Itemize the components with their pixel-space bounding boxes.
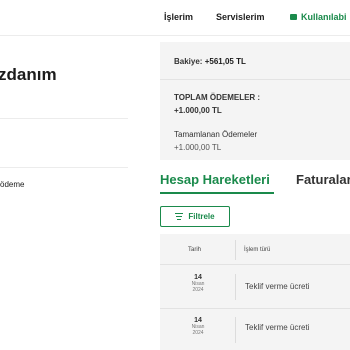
tab-faturalar[interactable]: Faturalar	[296, 172, 350, 187]
column-separator	[235, 240, 236, 260]
column-header-date: Tarih	[188, 247, 202, 253]
balance-value: +561,05 TL	[204, 57, 246, 66]
page-title: zdanım	[0, 65, 57, 84]
divider	[160, 79, 350, 80]
account-sidebar: zdanım ödeme	[0, 37, 155, 350]
completed-payments-value: +1.000,00 TL	[174, 143, 222, 152]
nav-servislerim[interactable]: Servislerim	[216, 12, 265, 22]
row-transaction-type: Teklif verme ücreti	[245, 323, 310, 332]
divider	[0, 118, 128, 119]
credit-card-icon	[290, 14, 297, 20]
balance-summary: Bakiye: +561,05 TL TOPLAM ÖDEMELER : +1.…	[160, 42, 350, 160]
nav-kullanilabilir[interactable]: Kullanılabi	[290, 12, 347, 22]
row-divider	[160, 264, 350, 265]
column-header-type: İşlem türü	[244, 247, 271, 253]
active-tab-indicator	[160, 192, 274, 194]
filter-icon	[175, 213, 184, 221]
divider	[0, 167, 128, 168]
top-navigation: İşlerim Servislerim Kullanılabi	[0, 0, 350, 36]
row-transaction-type: Teklif verme ücreti	[245, 282, 310, 291]
row-divider	[160, 308, 350, 309]
row-year: 2024	[192, 329, 204, 336]
total-payments-label: TOPLAM ÖDEMELER :	[174, 93, 261, 102]
column-separator	[235, 274, 236, 300]
completed-payments-label: Tamamlanan Ödemeler	[174, 130, 258, 139]
filter-button-label: Filtrele	[188, 212, 215, 221]
row-date: 14 Nisan 2024	[186, 274, 210, 294]
balance-line: Bakiye: +561,05 TL	[174, 57, 246, 66]
column-separator	[235, 317, 236, 343]
row-date: 14 Nisan 2024	[186, 317, 210, 337]
sidebar-item-payment[interactable]: ödeme	[0, 180, 24, 189]
tab-hesap-hareketleri[interactable]: Hesap Hareketleri	[160, 172, 270, 187]
row-year: 2024	[192, 286, 204, 293]
total-payments-value: +1.000,00 TL	[174, 106, 222, 115]
transactions-table: Tarih İşlem türü 14 Nisan 2024 Teklif ve…	[160, 234, 350, 350]
filter-button[interactable]: Filtrele	[160, 206, 230, 227]
nav-islerim[interactable]: İşlerim	[164, 12, 193, 22]
nav-kullanilabilir-label: Kullanılabi	[301, 12, 347, 22]
balance-label: Bakiye:	[174, 57, 203, 66]
